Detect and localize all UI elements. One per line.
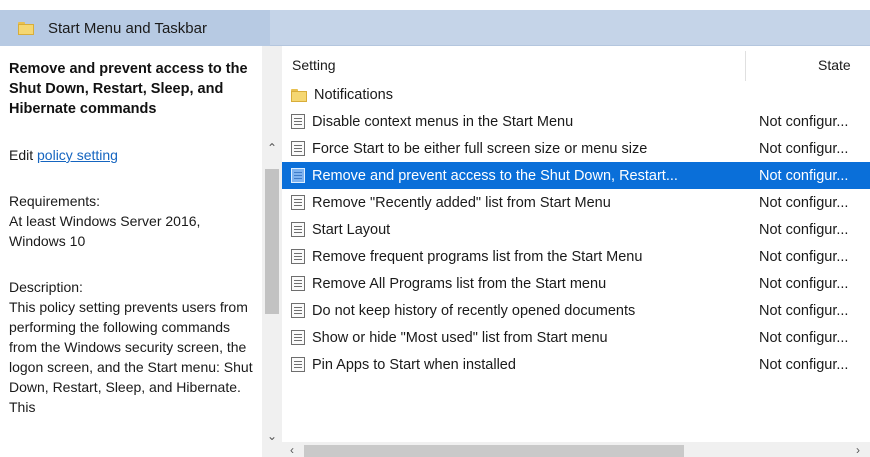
scroll-up-icon[interactable]: ⌃: [265, 142, 279, 154]
category-header: Start Menu and Taskbar: [0, 10, 270, 46]
policy-icon: [291, 168, 305, 183]
list-item-name: Disable context menus in the Start Menu: [312, 113, 574, 130]
folder-icon: [291, 88, 307, 102]
column-divider[interactable]: [745, 51, 746, 81]
list-item-state: Not configur...: [759, 329, 849, 346]
policy-icon: [291, 141, 305, 156]
list-item-state: Not configur...: [759, 275, 849, 292]
settings-list-pane: Setting State Notifications Disable cont…: [282, 46, 870, 457]
column-header-state[interactable]: State: [818, 57, 851, 73]
extended-description-pane: Remove and prevent access to the Shut Do…: [0, 46, 262, 457]
requirements: Requirements: At least Windows Server 20…: [9, 191, 254, 251]
list-item-notifications[interactable]: Notifications: [282, 82, 870, 108]
edit-policy-link[interactable]: policy setting: [37, 147, 118, 163]
list-item-state: Not configur...: [759, 167, 849, 184]
list-item-name: Remove and prevent access to the Shut Do…: [312, 167, 678, 184]
column-headers: Setting State: [282, 46, 870, 82]
horizontal-scroll-thumb[interactable]: [304, 445, 684, 457]
scroll-left-icon[interactable]: ‹: [290, 443, 294, 457]
list-item-name: Pin Apps to Start when installed: [312, 356, 516, 373]
policy-icon: [291, 330, 305, 345]
folder-icon: [18, 21, 34, 35]
list-item-name: Show or hide "Most used" list from Start…: [312, 329, 608, 346]
requirements-label: Requirements:: [9, 193, 101, 209]
list-item-name: Force Start to be either full screen siz…: [312, 140, 648, 157]
horizontal-scrollbar[interactable]: ‹ ›: [282, 442, 870, 457]
edit-line: Edit policy setting: [9, 147, 254, 163]
list-item[interactable]: Remove frequent programs list from the S…: [282, 243, 870, 270]
list-item[interactable]: Show or hide "Most used" list from Start…: [282, 324, 870, 351]
list-item-state: Not configur...: [759, 221, 849, 238]
scroll-right-icon[interactable]: ›: [856, 443, 860, 457]
scroll-thumb[interactable]: [265, 169, 279, 314]
list-item[interactable]: Force Start to be either full screen siz…: [282, 135, 870, 162]
list-item[interactable]: Disable context menus in the Start Menu …: [282, 108, 870, 135]
list-item-name: Remove frequent programs list from the S…: [312, 248, 643, 265]
list-item-state: Not configur...: [759, 140, 849, 157]
list-item-name: Remove "Recently added" list from Start …: [312, 194, 611, 211]
list-item-name: Notifications: [314, 87, 393, 103]
edit-prefix: Edit: [9, 147, 34, 163]
list-item-name: Start Layout: [312, 221, 391, 238]
policy-icon: [291, 357, 305, 372]
list-item-state: Not configur...: [759, 113, 849, 130]
list-item[interactable]: Pin Apps to Start when installed Not con…: [282, 351, 870, 378]
policy-icon: [291, 249, 305, 264]
list-item-state: Not configur...: [759, 302, 849, 319]
policy-icon: [291, 303, 305, 318]
description-text: This policy setting prevents users from …: [9, 299, 253, 415]
description-label: Description:: [9, 279, 83, 295]
description: Description: This policy setting prevent…: [9, 277, 254, 417]
list-item[interactable]: Do not keep history of recently opened d…: [282, 297, 870, 324]
policy-icon: [291, 114, 305, 129]
policy-title: Remove and prevent access to the Shut Do…: [9, 61, 248, 117]
category-title: Start Menu and Taskbar: [48, 19, 207, 37]
top-strip: [0, 0, 870, 10]
list-item-name: Do not keep history of recently opened d…: [312, 302, 636, 319]
requirements-text: At least Windows Server 2016, Windows 10: [9, 213, 201, 249]
policy-icon: [291, 195, 305, 210]
scroll-down-icon[interactable]: ⌄: [265, 430, 279, 442]
list-item[interactable]: Remove All Programs list from the Start …: [282, 270, 870, 297]
list-item-name: Remove All Programs list from the Start …: [312, 275, 607, 292]
list-item-state: Not configur...: [759, 248, 849, 265]
left-vertical-scrollbar[interactable]: ⌃ ⌄: [262, 46, 282, 457]
list-item-selected[interactable]: Remove and prevent access to the Shut Do…: [282, 162, 870, 189]
list-item-state: Not configur...: [759, 356, 849, 373]
list-item[interactable]: Remove "Recently added" list from Start …: [282, 189, 870, 216]
settings-list: Notifications Disable context menus in t…: [282, 82, 870, 378]
policy-icon: [291, 276, 305, 291]
list-item[interactable]: Start Layout Not configur...: [282, 216, 870, 243]
column-header-setting[interactable]: Setting: [292, 57, 336, 73]
list-item-state: Not configur...: [759, 194, 849, 211]
policy-icon: [291, 222, 305, 237]
